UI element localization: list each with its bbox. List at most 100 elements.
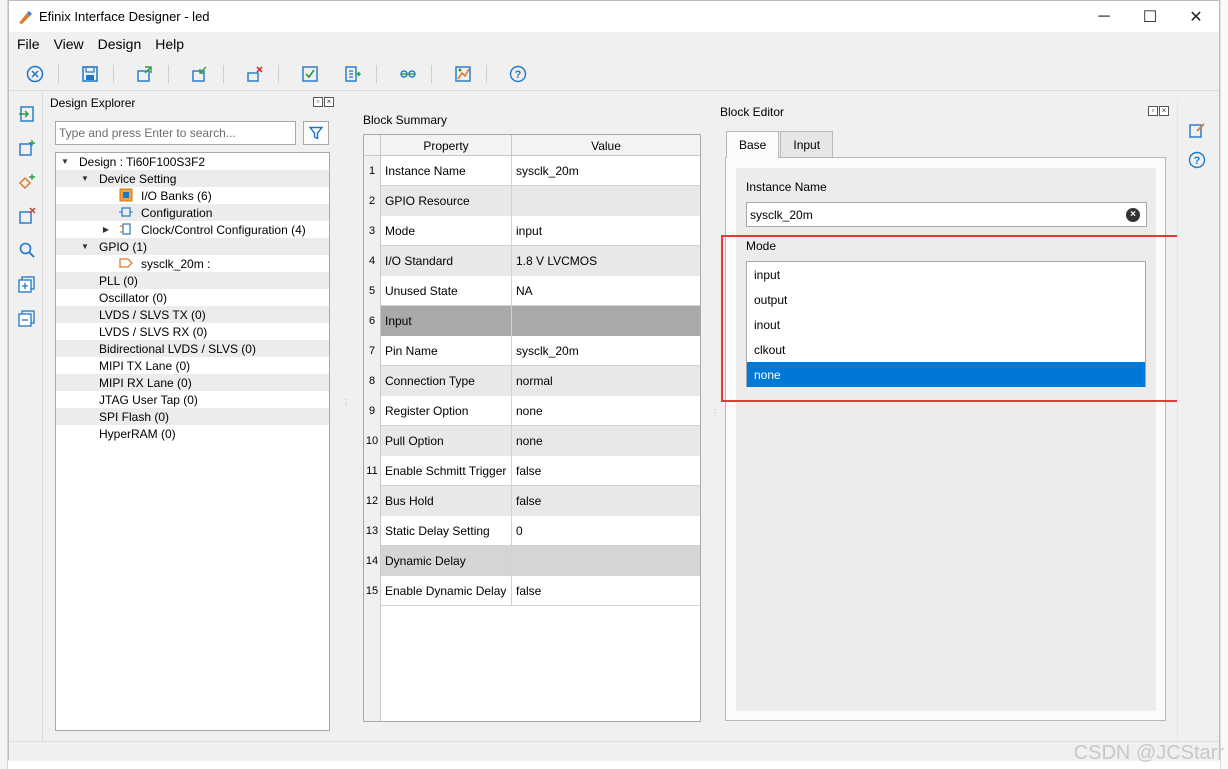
tree-item-mipi-rx[interactable]: MIPI RX Lane (0)	[56, 374, 329, 391]
value-cell[interactable]: input	[512, 216, 700, 246]
collapse-all-icon[interactable]	[14, 305, 40, 331]
value-cell[interactable]: 0	[512, 516, 700, 546]
value-cell[interactable]: none	[512, 396, 700, 426]
tree-item-spi-flash[interactable]: SPI Flash (0)	[56, 408, 329, 425]
property-cell[interactable]: Connection Type	[381, 366, 512, 396]
expand-all-icon[interactable]	[14, 271, 40, 297]
value-cell[interactable]	[512, 546, 700, 576]
property-cell[interactable]: Unused State	[381, 276, 512, 306]
table-row[interactable]: 14 Dynamic Delay	[364, 546, 700, 576]
table-row[interactable]: 8 Connection Type normal	[364, 366, 700, 396]
splitter-handle[interactable]: ⋮	[711, 409, 719, 417]
tree-item-configuration[interactable]: Configuration	[56, 204, 329, 221]
table-row[interactable]: 13 Static Delay Setting 0	[364, 516, 700, 546]
menu-design[interactable]: Design	[98, 36, 142, 52]
value-cell[interactable]: false	[512, 576, 700, 606]
minimize-button[interactable]: ─	[1081, 1, 1127, 32]
tree-item-design[interactable]: ▼ Design : Ti60F100S3F2	[56, 153, 329, 170]
delete-block-icon[interactable]	[243, 62, 267, 86]
expand-arrow-icon[interactable]: ▼	[80, 242, 90, 251]
tree-item-clock-control[interactable]: ▶ Clock/Control Configuration (4)	[56, 221, 329, 238]
property-cell[interactable]: I/O Standard	[381, 246, 512, 276]
menu-view[interactable]: View	[54, 36, 84, 52]
property-cell[interactable]: Pin Name	[381, 336, 512, 366]
tree-item-oscillator[interactable]: Oscillator (0)	[56, 289, 329, 306]
expand-arrow-icon[interactable]: ▼	[60, 157, 70, 166]
tree-item-hyperram[interactable]: HyperRAM (0)	[56, 425, 329, 442]
property-cell[interactable]: Pull Option	[381, 426, 512, 456]
header-property[interactable]: Property	[381, 135, 512, 156]
property-cell[interactable]: Dynamic Delay	[381, 546, 512, 576]
tree-item-jtag[interactable]: JTAG User Tap (0)	[56, 391, 329, 408]
close-panel-icon[interactable]: ×	[324, 97, 334, 107]
instance-name-field[interactable]: sysclk_20m ×	[746, 202, 1147, 227]
value-cell[interactable]: NA	[512, 276, 700, 306]
property-cell[interactable]: Input	[381, 306, 512, 336]
table-row[interactable]: 10 Pull Option none	[364, 426, 700, 456]
tree-item-lvds-tx[interactable]: LVDS / SLVS TX (0)	[56, 306, 329, 323]
close-circle-icon[interactable]	[23, 62, 47, 86]
search-field[interactable]	[55, 121, 296, 145]
tree-item-lvds-rx[interactable]: LVDS / SLVS RX (0)	[56, 323, 329, 340]
value-cell[interactable]: sysclk_20m	[512, 156, 700, 186]
table-row[interactable]: 15 Enable Dynamic Delay false	[364, 576, 700, 606]
search-icon[interactable]	[14, 237, 40, 263]
check-icon[interactable]	[298, 62, 322, 86]
tab-input[interactable]: Input	[780, 131, 834, 157]
table-row[interactable]: 12 Bus Hold false	[364, 486, 700, 516]
splitter-handle[interactable]: ⋮	[342, 399, 350, 407]
link-icon[interactable]	[396, 62, 420, 86]
value-cell[interactable]	[512, 306, 700, 336]
maximize-button[interactable]: ☐	[1127, 1, 1173, 32]
table-row[interactable]: 3 Mode input	[364, 216, 700, 246]
header-value[interactable]: Value	[512, 135, 700, 156]
value-cell[interactable]: false	[512, 486, 700, 516]
property-cell[interactable]: Mode	[381, 216, 512, 246]
edit-block-icon[interactable]	[1184, 117, 1210, 143]
import-icon[interactable]	[188, 62, 212, 86]
add-pin-icon[interactable]	[14, 169, 40, 195]
menu-help[interactable]: Help	[155, 36, 184, 52]
close-panel-icon[interactable]: ×	[1159, 106, 1169, 116]
value-cell[interactable]: 1.8 V LVCMOS	[512, 246, 700, 276]
tree-item-mipi-tx[interactable]: MIPI TX Lane (0)	[56, 357, 329, 374]
collapsed-arrow-icon[interactable]: ▶	[101, 225, 111, 234]
tab-base[interactable]: Base	[726, 131, 780, 158]
table-row[interactable]: 6 Input	[364, 306, 700, 336]
float-icon[interactable]: ▫	[1148, 106, 1158, 116]
property-cell[interactable]: Register Option	[381, 396, 512, 426]
add-block-icon[interactable]	[14, 135, 40, 161]
save-icon[interactable]	[78, 62, 102, 86]
report-icon[interactable]	[451, 62, 475, 86]
value-cell[interactable]: false	[512, 456, 700, 486]
import-block-icon[interactable]	[14, 101, 40, 127]
tree-item-device-setting[interactable]: ▼ Device Setting	[56, 170, 329, 187]
property-cell[interactable]: Static Delay Setting	[381, 516, 512, 546]
value-cell[interactable]: none	[512, 426, 700, 456]
menu-file[interactable]: File	[17, 36, 40, 52]
float-icon[interactable]: ▫	[313, 97, 323, 107]
tree-item-gpio[interactable]: ▼ GPIO (1)	[56, 238, 329, 255]
property-cell[interactable]: Enable Dynamic Delay	[381, 576, 512, 606]
tree-item-io-banks[interactable]: I/O Banks (6)	[56, 187, 329, 204]
generate-icon[interactable]	[341, 62, 365, 86]
table-row[interactable]: 2 GPIO Resource	[364, 186, 700, 216]
clear-icon[interactable]: ×	[1126, 208, 1140, 222]
value-cell[interactable]: normal	[512, 366, 700, 396]
table-row[interactable]: 4 I/O Standard 1.8 V LVCMOS	[364, 246, 700, 276]
remove-block-icon[interactable]	[14, 203, 40, 229]
tree-item-sysclk[interactable]: sysclk_20m :	[56, 255, 329, 272]
table-row[interactable]: 1 Instance Name sysclk_20m	[364, 156, 700, 186]
help-icon[interactable]: ?	[506, 62, 530, 86]
close-button[interactable]: ✕	[1173, 1, 1219, 32]
tree-item-bidirectional-lvds[interactable]: Bidirectional LVDS / SLVS (0)	[56, 340, 329, 357]
property-cell[interactable]: Bus Hold	[381, 486, 512, 516]
table-row[interactable]: 5 Unused State NA	[364, 276, 700, 306]
tree-item-pll[interactable]: PLL (0)	[56, 272, 329, 289]
help-icon[interactable]: ?	[1184, 147, 1210, 173]
export-icon[interactable]	[133, 62, 157, 86]
filter-button[interactable]	[303, 121, 329, 145]
property-cell[interactable]: Enable Schmitt Trigger	[381, 456, 512, 486]
table-row[interactable]: 7 Pin Name sysclk_20m	[364, 336, 700, 366]
property-cell[interactable]: Instance Name	[381, 156, 512, 186]
